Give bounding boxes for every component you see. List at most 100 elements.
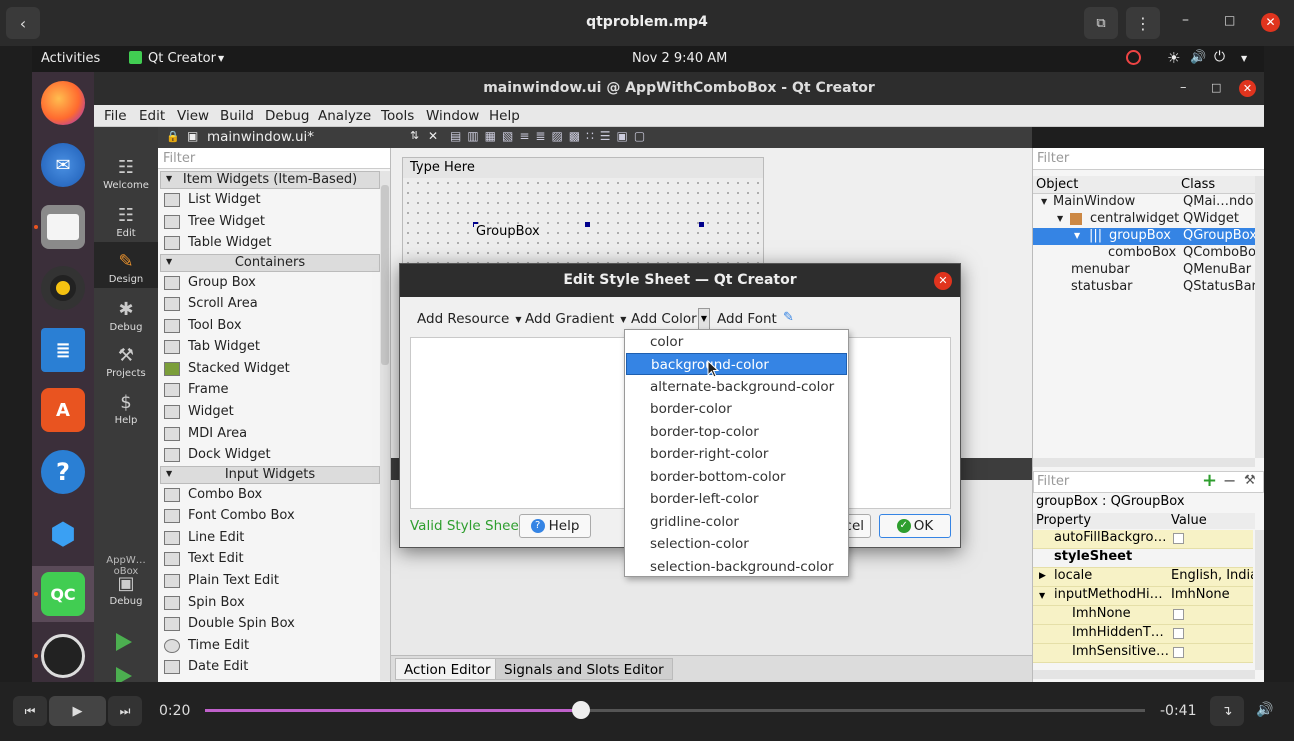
maximize-icon[interactable]: □: [1224, 13, 1235, 27]
mode-design[interactable]: ✎ Design: [94, 251, 158, 285]
widget-tab[interactable]: Tab Widget: [158, 337, 380, 358]
column-property[interactable]: Property: [1036, 513, 1091, 528]
menu-analyze[interactable]: Analyze: [318, 108, 371, 124]
writer-icon[interactable]: ≣: [41, 328, 85, 372]
widget-frame[interactable]: Frame: [158, 380, 380, 401]
mode-edit[interactable]: ☷ Edit: [94, 205, 158, 239]
format-icon[interactable]: ✎: [783, 310, 794, 325]
activities-button[interactable]: Activities: [41, 51, 100, 66]
close-icon[interactable]: ✕: [1261, 13, 1280, 32]
obs-icon[interactable]: [41, 634, 85, 678]
property-filter[interactable]: Filter + − ⚒: [1033, 470, 1264, 493]
rhythmbox-icon[interactable]: [41, 266, 85, 310]
mode-welcome[interactable]: ☷ Welcome: [94, 157, 158, 191]
property-row[interactable]: ▶ locale English, India: [1033, 568, 1253, 587]
power-icon[interactable]: ⏻: [1214, 49, 1225, 65]
object-row[interactable]: ▼ MainWindow QMai…ndo: [1033, 194, 1255, 211]
checkbox[interactable]: [1173, 609, 1184, 620]
minus-icon[interactable]: −: [1223, 471, 1236, 490]
add-resource-button[interactable]: Add Resource ▼: [417, 311, 522, 327]
menu-item-color[interactable]: color: [626, 331, 847, 353]
add-font-button[interactable]: Add Font: [717, 311, 777, 327]
widget-font-combo-box[interactable]: Font Combo Box: [158, 506, 380, 527]
widget-tool-box[interactable]: Tool Box: [158, 316, 380, 337]
column-value[interactable]: Value: [1171, 513, 1207, 528]
widget-tree[interactable]: Tree Widget: [158, 212, 380, 233]
add-gradient-button[interactable]: Add Gradient ▼: [525, 311, 626, 327]
rotate-button[interactable]: ↴: [1210, 696, 1244, 726]
menu-edit[interactable]: Edit: [139, 108, 165, 124]
object-row[interactable]: menubar QMenuBar: [1033, 262, 1255, 279]
form-preview[interactable]: Type Here GroupBox: [402, 157, 764, 267]
object-row[interactable]: ▼ centralwidget QWidget: [1033, 211, 1255, 228]
add-color-button[interactable]: Add Color: [631, 311, 697, 327]
clock[interactable]: Nov 2 9:40 AM: [632, 51, 727, 66]
volume-icon[interactable]: 🔊: [1190, 50, 1206, 65]
property-row[interactable]: autoFillBackgro…: [1033, 530, 1253, 549]
firefox-icon[interactable]: [41, 81, 85, 125]
caret-down-icon[interactable]: ▼: [1241, 54, 1247, 63]
add-color-dropdown-arrow[interactable]: ▼: [698, 308, 710, 330]
menu-item-gridline-color[interactable]: gridline-color: [626, 511, 847, 533]
widget-list[interactable]: List Widget: [158, 190, 380, 211]
menu-debug[interactable]: Debug: [265, 108, 309, 124]
widget-dock[interactable]: Dock Widget: [158, 445, 380, 466]
category-containers[interactable]: ▼ Containers: [160, 254, 380, 272]
software-icon[interactable]: A: [41, 388, 85, 432]
menu-item-selection-color[interactable]: selection-color: [626, 533, 847, 555]
menu-item-background-color[interactable]: background-color: [626, 353, 847, 375]
brightness-icon[interactable]: ☀: [1167, 49, 1180, 67]
close-icon[interactable]: ✕: [1239, 80, 1256, 97]
run-icon[interactable]: [116, 633, 132, 651]
seek-bar[interactable]: [205, 701, 1145, 719]
mode-help[interactable]: $ Help: [94, 392, 158, 426]
property-row[interactable]: ImhNone: [1033, 606, 1253, 625]
column-object[interactable]: Object: [1036, 177, 1078, 192]
app-menu[interactable]: Qt Creator: [148, 51, 216, 66]
widget-time-edit[interactable]: Time Edit: [158, 636, 380, 657]
record-icon[interactable]: [1126, 50, 1141, 65]
widget-stacked[interactable]: Stacked Widget: [158, 359, 380, 380]
help-icon[interactable]: ?: [41, 450, 85, 494]
column-class[interactable]: Class: [1181, 177, 1215, 192]
widget-plain-text-edit[interactable]: Plain Text Edit: [158, 571, 380, 592]
menu-build[interactable]: Build: [220, 108, 254, 124]
form-menubar[interactable]: Type Here: [403, 158, 763, 178]
tab-action-editor[interactable]: Action Editor: [395, 658, 500, 680]
object-hscrollbar[interactable]: [1033, 458, 1255, 467]
selection-handle[interactable]: [699, 222, 704, 227]
object-row[interactable]: statusbar QStatusBar: [1033, 279, 1255, 296]
widget-filter[interactable]: Filter: [158, 148, 390, 169]
menu-window[interactable]: Window: [426, 108, 479, 124]
widget-line-edit[interactable]: Line Edit: [158, 528, 380, 549]
open-document[interactable]: mainwindow.ui*: [207, 129, 314, 145]
qtcreator-icon[interactable]: QC: [41, 572, 85, 616]
menu-item-border-top-color[interactable]: border-top-color: [626, 421, 847, 443]
checkbox[interactable]: [1173, 533, 1184, 544]
skip-forward-button[interactable]: ⏭: [108, 696, 142, 726]
menu-item-border-left-color[interactable]: border-left-color: [626, 488, 847, 510]
close-icon[interactable]: ✕: [934, 272, 952, 290]
pip-button[interactable]: ⧉: [1084, 7, 1118, 39]
category-item-widgets[interactable]: ▼ Item Widgets (Item-Based): [160, 171, 380, 189]
mode-debug[interactable]: ✱ Debug: [94, 299, 158, 333]
mode-projects[interactable]: ⚒ Projects: [94, 345, 158, 379]
property-scrollbar[interactable]: [1255, 530, 1264, 670]
widget-date-edit[interactable]: Date Edit: [158, 657, 380, 678]
skip-back-button[interactable]: ⏮: [13, 696, 47, 726]
property-row[interactable]: styleSheet: [1033, 549, 1253, 568]
property-row[interactable]: ImhHiddenT…: [1033, 625, 1253, 644]
run-target[interactable]: ▣ Debug: [94, 573, 158, 607]
menu-help[interactable]: Help: [489, 108, 520, 124]
object-row-selected[interactable]: ▼ ||| groupBox QGroupBox: [1033, 228, 1264, 245]
more-button[interactable]: ⋮: [1126, 7, 1160, 39]
vscode-icon[interactable]: ⬢: [41, 512, 85, 556]
menu-item-selection-background-color[interactable]: selection-background-color: [626, 556, 847, 578]
widget-scroll-area[interactable]: Scroll Area: [158, 294, 380, 315]
close-icon[interactable]: ✕: [428, 129, 438, 143]
object-row[interactable]: comboBox QComboBo: [1033, 245, 1255, 262]
volume-icon[interactable]: 🔊: [1256, 702, 1273, 718]
menu-item-border-color[interactable]: border-color: [626, 398, 847, 420]
menu-view[interactable]: View: [177, 108, 209, 124]
help-button[interactable]: ? Help: [519, 514, 591, 538]
